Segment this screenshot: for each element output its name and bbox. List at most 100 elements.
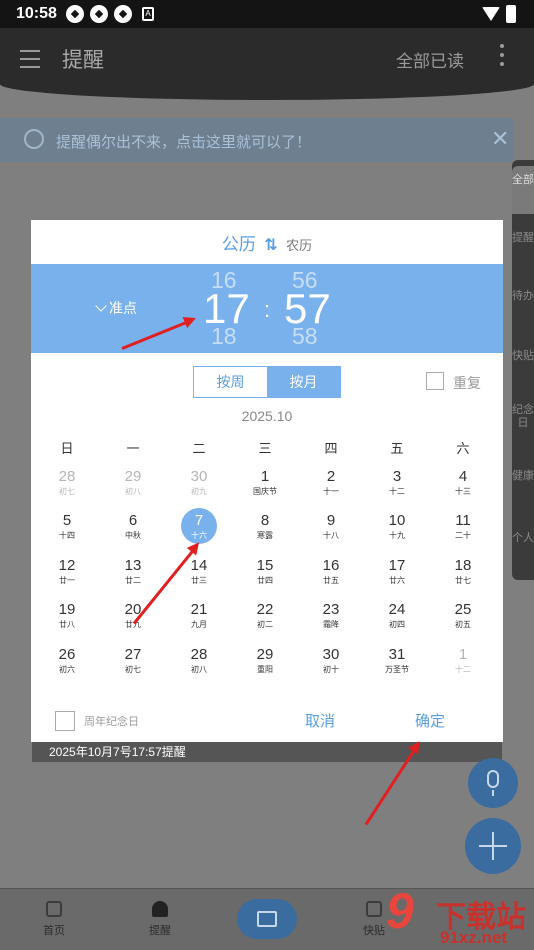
calendar-day[interactable]: 6 中秋 <box>100 512 166 556</box>
calendar-day[interactable]: 23 霜降 <box>298 601 364 645</box>
calendar-day[interactable]: 1 十二 <box>430 646 496 690</box>
day-lunar-label: 初九 <box>191 487 207 496</box>
nav-remind[interactable]: 提醒 <box>120 889 200 950</box>
calendar-day[interactable]: 17 廿六 <box>364 557 430 601</box>
calendar-day[interactable]: 30 初十 <box>298 646 364 690</box>
side-tab-todo[interactable]: 待办 <box>512 290 534 303</box>
calendar-day[interactable]: 28 初八 <box>166 646 232 690</box>
reminder-summary-row: 2025年10月7号17:57提醒 <box>32 740 502 762</box>
day-number: 5 <box>62 512 72 529</box>
time-colon: : <box>264 297 271 322</box>
tip-banner[interactable]: 提醒偶尔出不来，点击这里就可以了！ ✕ <box>0 118 514 162</box>
confirm-button[interactable]: 确定 <box>415 710 445 731</box>
day-number: 13 <box>124 557 142 574</box>
day-number: 1 <box>260 468 270 485</box>
day-number: 27 <box>124 646 142 663</box>
calendar-day[interactable]: 25 初五 <box>430 601 496 645</box>
day-lunar-label: 国庆节 <box>253 487 277 496</box>
side-tab-reminder[interactable]: 提醒 <box>512 228 534 245</box>
minute-next[interactable]: 58 <box>292 323 318 350</box>
watermark-url: 91xz.net <box>440 928 508 947</box>
cancel-button[interactable]: 取消 <box>305 710 335 731</box>
swap-icon[interactable]: ⇅ <box>264 237 277 254</box>
calendar-day[interactable]: 12 廿一 <box>34 557 100 601</box>
calendar-day[interactable]: 11 二十 <box>430 512 496 556</box>
nav-home[interactable]: 首页 <box>14 889 94 950</box>
calendar-day[interactable]: 22 初二 <box>232 601 298 645</box>
calendar-day[interactable]: 14 廿三 <box>166 557 232 601</box>
day-number: 29 <box>256 646 274 663</box>
weekday-label: 六 <box>456 441 470 456</box>
day-number: 7 <box>194 512 204 529</box>
anniversary-checkbox[interactable] <box>55 711 75 731</box>
repeat-checkbox[interactable] <box>426 372 444 390</box>
menu-icon[interactable] <box>20 50 40 68</box>
solar-calendar-label[interactable]: 公历 <box>222 235 256 254</box>
calendar-day[interactable]: 27 初七 <box>100 646 166 690</box>
precise-dropdown[interactable]: 准点 <box>95 298 137 318</box>
calendar-day[interactable]: 21 九月 <box>166 601 232 645</box>
reminder-summary-text: 2025年10月7号17:57提醒 <box>49 745 186 759</box>
calendar-day[interactable]: 15 廿四 <box>232 557 298 601</box>
nav-inbox[interactable] <box>237 899 297 939</box>
calendar-day[interactable]: 4 十三 <box>430 468 496 512</box>
calendar-day[interactable]: 29 重阳 <box>232 646 298 690</box>
day-lunar-label: 初四 <box>389 620 405 629</box>
day-number: 1 <box>458 646 468 663</box>
calendar-day[interactable]: 30 初九 <box>166 468 232 512</box>
day-lunar-label: 初八 <box>125 487 141 496</box>
calendar-day[interactable]: 26 初六 <box>34 646 100 690</box>
calendar-day[interactable]: 9 十八 <box>298 512 364 556</box>
system-icons <box>482 5 516 23</box>
close-icon[interactable]: ✕ <box>491 128 509 150</box>
watermark-logo: 9 下载站 91xz.net <box>386 883 534 950</box>
calendar-day[interactable]: 18 廿七 <box>430 557 496 601</box>
calendar-day[interactable]: 28 初七 <box>34 468 100 512</box>
a-badge-icon: A <box>142 7 154 21</box>
app-bar: 提醒 全部已读 <box>0 28 534 100</box>
day-lunar-label: 十二 <box>389 487 405 496</box>
calendar-day[interactable]: 8 寒露 <box>232 512 298 556</box>
app-notification-icon <box>90 5 108 23</box>
day-number: 28 <box>58 468 76 485</box>
calendar-day[interactable]: 31 万圣节 <box>364 646 430 690</box>
side-tab-all[interactable]: 全部 <box>512 166 534 214</box>
date-time-picker-dialog: 公历 ⇅ 农历 准点 16 17 18 : 56 57 58 按周 按月 重复 … <box>31 220 503 742</box>
side-tab-personal[interactable]: 个人 <box>512 532 534 545</box>
day-number: 29 <box>124 468 142 485</box>
weekday-label: 一 <box>126 441 140 456</box>
mark-all-read-button[interactable]: 全部已读 <box>396 47 464 72</box>
day-number: 4 <box>458 468 468 485</box>
day-number: 16 <box>322 557 340 574</box>
day-lunar-label: 初二 <box>257 620 273 629</box>
hour-next[interactable]: 18 <box>211 323 237 350</box>
day-number: 21 <box>190 601 208 618</box>
day-lunar-label: 廿八 <box>59 620 75 629</box>
calendar-day[interactable]: 16 廿五 <box>298 557 364 601</box>
more-options-icon[interactable] <box>498 44 506 72</box>
calendar-type-switch[interactable]: 公历 ⇅ 农历 <box>31 230 503 255</box>
voice-input-button[interactable] <box>468 758 518 808</box>
calendar-day[interactable]: 24 初四 <box>364 601 430 645</box>
day-number: 23 <box>322 601 340 618</box>
calendar-day[interactable]: 1 国庆节 <box>232 468 298 512</box>
calendar-day[interactable]: 2 十一 <box>298 468 364 512</box>
microphone-stand <box>492 790 494 796</box>
lunar-calendar-label[interactable]: 农历 <box>286 238 312 253</box>
mode-week-button[interactable]: 按周 <box>194 367 267 397</box>
weekday-label: 五 <box>390 441 404 456</box>
month-title: 2025.10 <box>241 408 293 424</box>
side-tab-health[interactable]: 健康 <box>512 470 534 483</box>
day-lunar-label: 中秋 <box>125 531 141 540</box>
calendar-day[interactable]: 5 十四 <box>34 512 100 556</box>
calendar-day[interactable]: 29 初八 <box>100 468 166 512</box>
day-number: 28 <box>190 646 208 663</box>
side-tab-quicknote[interactable]: 快贴 <box>512 350 534 363</box>
side-tab-anniversary[interactable]: 纪念日 <box>512 404 534 430</box>
calendar-day[interactable]: 3 十二 <box>364 468 430 512</box>
add-reminder-button[interactable] <box>465 818 521 874</box>
weekday-label: 三 <box>258 441 272 456</box>
mode-month-button[interactable]: 按月 <box>267 367 340 397</box>
calendar-day[interactable]: 19 廿八 <box>34 601 100 645</box>
calendar-day[interactable]: 10 十九 <box>364 512 430 556</box>
